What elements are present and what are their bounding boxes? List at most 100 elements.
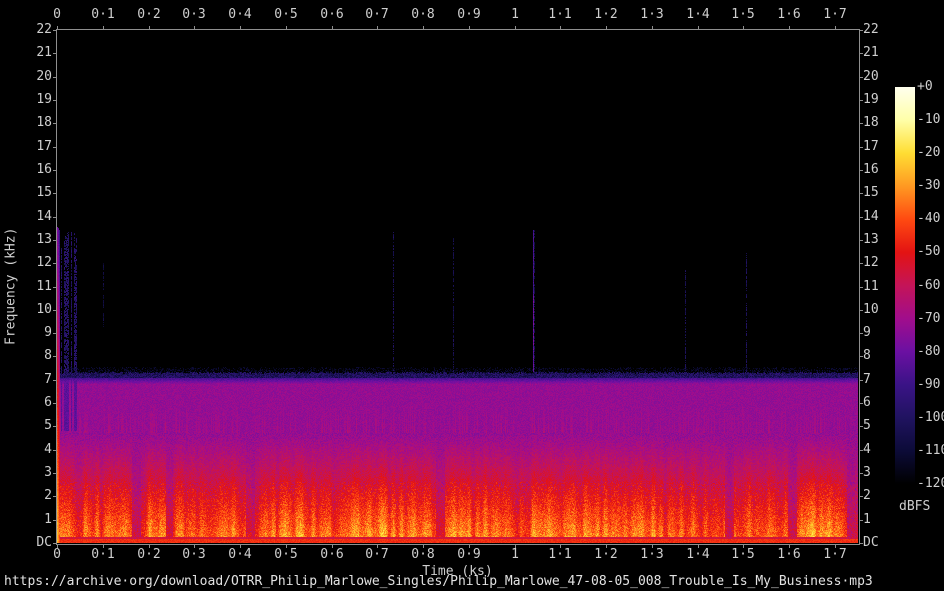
x-tick-label: 1·6 bbox=[777, 547, 801, 562]
y-tick-mark-left bbox=[53, 426, 57, 427]
y-tick-mark-left bbox=[53, 193, 57, 194]
colorbar-tick-label: -30 bbox=[917, 178, 941, 194]
colorbar-unit-label: dBFS bbox=[899, 499, 931, 514]
x-tick-label: 1·5 bbox=[731, 7, 755, 22]
x-tick-mark-top bbox=[377, 26, 378, 30]
colorbar-tick-label: -20 bbox=[917, 145, 941, 161]
x-tick-label: 0·6 bbox=[320, 547, 344, 562]
colorbar-tick-label: -40 bbox=[917, 211, 941, 227]
y-tick-mark-left bbox=[53, 356, 57, 357]
x-tick-label: 1·1 bbox=[548, 7, 572, 22]
x-tick-label: 1·1 bbox=[548, 547, 572, 562]
y-tick-mark-left bbox=[53, 473, 57, 474]
footer-url: https://archive·org/download/OTRR_Philip… bbox=[4, 574, 873, 589]
x-tick-label: 1·7 bbox=[823, 547, 847, 562]
x-tick-label: 0·1 bbox=[91, 547, 115, 562]
colorbar-tick-label: +0 bbox=[917, 79, 933, 94]
y-tick-mark-left bbox=[53, 240, 57, 241]
y-tick-label: 1 bbox=[863, 512, 871, 527]
y-tick-mark-left bbox=[53, 496, 57, 497]
x-tick-label: 1·2 bbox=[594, 7, 618, 22]
x-tick-label: 0·3 bbox=[182, 7, 206, 22]
x-tick-label: 1·4 bbox=[686, 547, 710, 562]
x-tick-mark-top bbox=[423, 26, 424, 30]
y-tick-mark-left bbox=[53, 217, 57, 218]
x-tick-label: 1 bbox=[511, 547, 519, 562]
colorbar-tick-label: -10 bbox=[917, 112, 941, 128]
x-tick-mark-top bbox=[57, 26, 58, 30]
x-tick-label: 1·6 bbox=[777, 7, 801, 22]
y-tick-mark-left bbox=[53, 380, 57, 381]
y-tick-mark-left bbox=[53, 30, 57, 31]
y-tick-mark-left bbox=[53, 147, 57, 148]
colorbar-tick-label: -70 bbox=[917, 310, 941, 326]
y-tick-mark-left bbox=[53, 263, 57, 264]
x-tick-label: 0·9 bbox=[457, 547, 481, 562]
x-tick-label: 0·6 bbox=[320, 7, 344, 22]
y-tick-label: 22 bbox=[863, 22, 879, 37]
colorbar-tick-label: -100 bbox=[917, 409, 944, 425]
x-tick-mark-top bbox=[835, 26, 836, 30]
x-tick-label: 0·1 bbox=[91, 7, 115, 22]
x-tick-label: 0·9 bbox=[457, 7, 481, 22]
x-tick-label: 0 bbox=[53, 7, 61, 22]
y-tick-mark-left bbox=[53, 170, 57, 171]
y-tick-mark-left bbox=[53, 77, 57, 78]
x-tick-mark-top bbox=[515, 26, 516, 30]
x-tick-label: 0·2 bbox=[137, 7, 161, 22]
x-tick-mark-top bbox=[149, 26, 150, 30]
x-tick-mark-top bbox=[789, 26, 790, 30]
y-tick-label: DC bbox=[863, 535, 879, 550]
x-tick-mark-top bbox=[698, 26, 699, 30]
x-tick-label: 1·3 bbox=[640, 7, 664, 22]
x-tick-label: 0·7 bbox=[365, 7, 389, 22]
x-tick-mark-top bbox=[332, 26, 333, 30]
y-tick-mark-left bbox=[53, 100, 57, 101]
x-tick-mark-top bbox=[469, 26, 470, 30]
x-tick-label: 0 bbox=[53, 547, 61, 562]
y-tick-label: 2 bbox=[863, 488, 871, 503]
x-tick-mark-top bbox=[103, 26, 104, 30]
y-axis-title: Frequency (kHz) bbox=[3, 227, 19, 346]
x-tick-label: 1·2 bbox=[594, 547, 618, 562]
x-tick-label: 0·8 bbox=[411, 547, 435, 562]
x-tick-label: 1 bbox=[511, 7, 519, 22]
x-tick-label: 0·2 bbox=[137, 547, 161, 562]
y-tick-mark-left bbox=[53, 403, 57, 404]
x-tick-label: 0·4 bbox=[228, 7, 252, 22]
colorbar-tick-label: -120 bbox=[917, 476, 944, 491]
y-tick-mark-left bbox=[53, 123, 57, 124]
x-tick-mark-top bbox=[240, 26, 241, 30]
x-tick-mark-top bbox=[652, 26, 653, 30]
x-tick-mark-top bbox=[743, 26, 744, 30]
colorbar-gradient bbox=[895, 87, 915, 484]
x-tick-label: 1·3 bbox=[640, 547, 664, 562]
y-tick-mark-left bbox=[53, 520, 57, 521]
x-tick-label: 1·7 bbox=[823, 7, 847, 22]
x-tick-mark-top bbox=[606, 26, 607, 30]
x-tick-mark-top bbox=[194, 26, 195, 30]
x-tick-label: 0·5 bbox=[274, 7, 298, 22]
y-tick-mark-left bbox=[53, 543, 57, 544]
spectrogram-canvas bbox=[57, 30, 858, 543]
spectrogram-page: { "figure": { "bg_color": "#000000", "ax… bbox=[0, 0, 944, 591]
y-tick-mark-left bbox=[53, 287, 57, 288]
y-tick-mark-left bbox=[53, 310, 57, 311]
colorbar-tick-label: -50 bbox=[917, 244, 941, 260]
colorbar-tick-label: -90 bbox=[917, 376, 941, 392]
x-tick-label: 1·5 bbox=[731, 547, 755, 562]
x-tick-label: 0·7 bbox=[365, 547, 389, 562]
colorbar-tick-label: -80 bbox=[917, 343, 941, 359]
colorbar-tick-label: -110 bbox=[917, 442, 944, 458]
y-tick-label: 20 bbox=[863, 69, 879, 84]
x-tick-label: 0·3 bbox=[182, 547, 206, 562]
x-tick-label: 0·8 bbox=[411, 7, 435, 22]
y-tick-mark-left bbox=[53, 53, 57, 54]
y-tick-mark-left bbox=[53, 450, 57, 451]
y-tick-mark-left bbox=[53, 333, 57, 334]
x-tick-label: 1·4 bbox=[686, 7, 710, 22]
y-tick-label: 21 bbox=[863, 45, 879, 60]
x-tick-mark-top bbox=[286, 26, 287, 30]
x-tick-label: 0·4 bbox=[228, 547, 252, 562]
colorbar-tick-label: -60 bbox=[917, 277, 941, 293]
